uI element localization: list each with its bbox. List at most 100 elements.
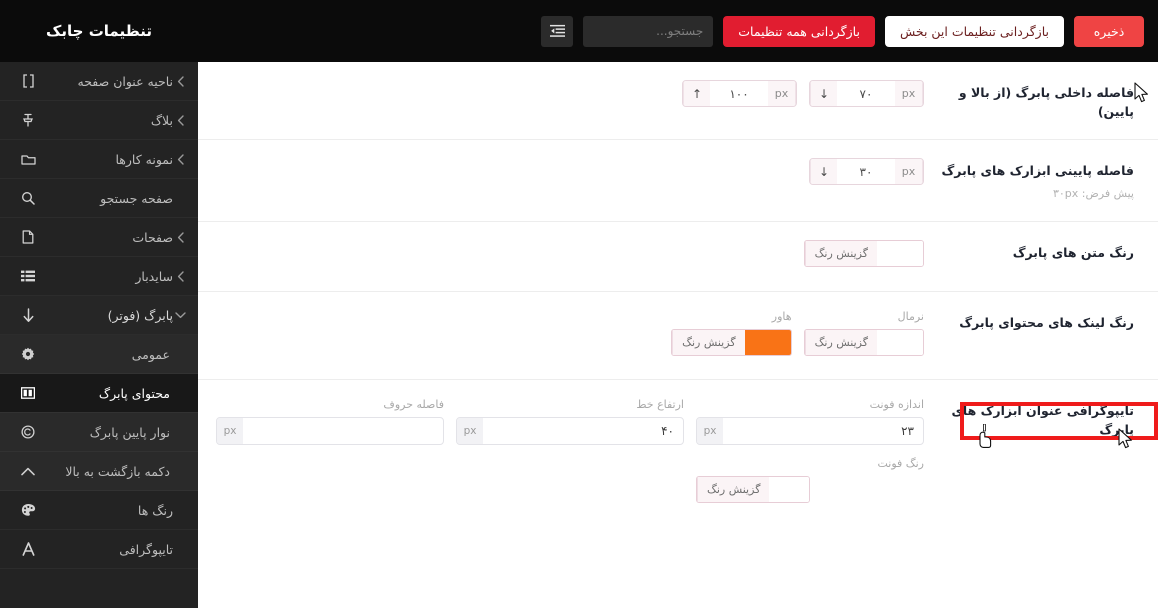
app-root: ذخیره بازگردانی تنظیمات این بخش بازگردان… [0,0,1158,608]
unit-label: px [697,418,723,444]
sidebar-item-colors[interactable]: رنگ ها [0,491,198,530]
sidebar-item-label: عمومی [37,347,170,362]
row-fields: px ↓ px ↑ [222,78,924,107]
sidebar-item-blog[interactable]: بلاگ [0,101,198,140]
chevron-left-icon [173,232,187,243]
setting-row-widget-title-typography: تایپوگرافی عنوان ابزارک های پابرگ اندازه… [198,380,1158,519]
row-label-wrap: فاصله پایینی ابزارک های پابرگ پیش فرض: ۳… [924,156,1134,202]
chevron-down-icon [173,312,187,319]
sidebar-item-pages[interactable]: صفحات [0,218,198,257]
sidebar-item-footer-content[interactable]: محتوای پابرگ [0,374,198,413]
unit-label: px [895,81,923,106]
sidebar-item-label: رنگ ها [37,503,173,518]
row-label: رنگ لینک های محتوای پابرگ [924,314,1134,333]
sidebar-item-label: ناحیه عنوان صفحه [37,74,173,89]
save-button[interactable]: ذخیره [1074,16,1144,47]
font-color-picker[interactable]: گزینش رنگ [696,476,810,503]
sidebar-item-back-to-top[interactable]: دکمه بازگشت به بالا [0,452,198,491]
settings-content: فاصله داخلی پابرگ (از بالا و پایین) px ↓… [198,62,1158,608]
padding-top-value[interactable] [710,81,768,106]
arrow-down-icon [19,306,37,324]
row-label-wrap: فاصله داخلی پابرگ (از بالا و پایین) [924,78,1134,122]
field-caption: اندازه فونت [696,398,924,411]
row-hint: پیش فرض: ۳۰px [924,186,1134,203]
row-label: رنگ متن های پابرگ [924,244,1134,263]
color-swatch [745,330,791,355]
sidebar-item-label: دکمه بازگشت به بالا [37,464,170,479]
letter-spacing-col: فاصله حروف px [216,398,444,503]
sidebar-item-footer-general[interactable]: عمومی [0,335,198,374]
footer-text-color-picker[interactable]: گزینش رنگ [804,240,924,267]
padding-bottom-stepper[interactable]: px ↓ [809,80,924,107]
list-icon [19,267,37,285]
sidebar-item-label: صفحه جستجو [37,191,173,206]
footer-text-color-group: گزینش رنگ [804,240,924,267]
setting-row-footer-padding: فاصله داخلی پابرگ (از بالا و پایین) px ↓… [198,62,1158,140]
link-color-normal-group: نرمال گزینش رنگ [804,310,924,356]
sidebar-item-label: نمونه کارها [37,152,173,167]
sidebar-item-label: بلاگ [37,113,173,128]
sidebar-item-label: نوار پایین پابرگ [37,425,170,440]
palette-icon [19,501,37,519]
list-indent-icon[interactable] [541,16,573,47]
sidebar-item-label: تایپوگرافی [37,542,173,557]
folder-icon [19,150,37,168]
setting-row-footer-text-color: رنگ متن های پابرگ گزینش رنگ [198,222,1158,292]
file-icon [19,228,37,246]
widget-bottom-spacing-stepper[interactable]: px ↓ [809,158,924,185]
link-color-hover-picker[interactable]: گزینش رنگ [671,329,791,356]
color-swatch [877,330,923,355]
unit-label: px [217,418,243,444]
field-caption: رنگ فونت [696,457,924,470]
font-size-col: اندازه فونت px رنگ فونت گزینش رنگ [696,398,924,503]
sidebar-item-sidebar[interactable]: سایدبار [0,257,198,296]
line-height-input[interactable] [483,418,683,444]
link-color-normal-picker[interactable]: گزینش رنگ [804,329,924,356]
unit-label: px [457,418,483,444]
field-caption: هاور [671,310,791,323]
color-picker-label: گزینش رنگ [697,477,769,502]
row-fields: px ↓ [222,156,924,185]
sidebar-item-page-title-area[interactable]: ناحیه عنوان صفحه [0,62,198,101]
arrow-down-icon[interactable]: ↓ [810,159,837,184]
color-picker-label: گزینش رنگ [672,330,744,355]
letter-spacing-input-wrap[interactable]: px [216,417,444,445]
padding-top-stepper[interactable]: px ↑ [682,80,797,107]
settings-side-panel: تنظیمات چابک ناحیه عنوان صفحه بلاگ [0,0,198,608]
reset-all-button[interactable]: بازگردانی همه تنظیمات [723,16,875,47]
sidebar-item-search-page[interactable]: صفحه جستجو [0,179,198,218]
padding-bottom-value[interactable] [837,81,895,106]
line-height-col: ارتفاع خط px [456,398,684,503]
page-title: تنظیمات چابک [46,22,152,40]
color-swatch [769,477,809,502]
gear-icon [19,345,37,363]
font-color-group: رنگ فونت گزینش رنگ [696,457,924,503]
row-fields: نرمال گزینش رنگ هاور گزینش رنگ [222,308,924,356]
sidebar-item-footer-bottom-bar[interactable]: نوار پایین پابرگ [0,413,198,452]
arrow-down-icon[interactable]: ↓ [810,81,837,106]
columns-icon [19,384,37,402]
copyright-icon [19,423,37,441]
unit-label: px [768,81,796,106]
font-size-input[interactable] [723,418,923,444]
toolbar: ذخیره بازگردانی تنظیمات این بخش بازگردان… [198,0,1158,62]
bracket-icon [19,72,37,90]
row-label: فاصله پایینی ابزارک های پابرگ [924,162,1134,181]
sidebar-item-portfolio[interactable]: نمونه کارها [0,140,198,179]
row-label-wrap: رنگ لینک های محتوای پابرگ [924,308,1134,333]
widget-bottom-spacing-value[interactable] [837,159,895,184]
search-input[interactable] [583,16,713,47]
setting-row-widget-bottom-spacing: فاصله پایینی ابزارک های پابرگ پیش فرض: ۳… [198,140,1158,222]
sidebar-item-footer[interactable]: پابرگ (فوتر) [0,296,198,335]
row-fields: گزینش رنگ [222,238,924,267]
letter-spacing-input[interactable] [243,418,443,444]
arrow-up-icon[interactable]: ↑ [683,81,710,106]
line-height-input-wrap[interactable]: px [456,417,684,445]
reset-section-button[interactable]: بازگردانی تنظیمات این بخش [885,16,1064,47]
sidebar-item-typography[interactable]: تایپوگرافی [0,530,198,569]
row-label: تایپوگرافی عنوان ابزارک های پابرگ [924,402,1134,440]
row-label-wrap: رنگ متن های پابرگ [924,238,1134,263]
chevron-left-icon [173,271,187,282]
font-size-input-wrap[interactable]: px [696,417,924,445]
typography-fields: اندازه فونت px رنگ فونت گزینش رنگ [216,396,924,503]
